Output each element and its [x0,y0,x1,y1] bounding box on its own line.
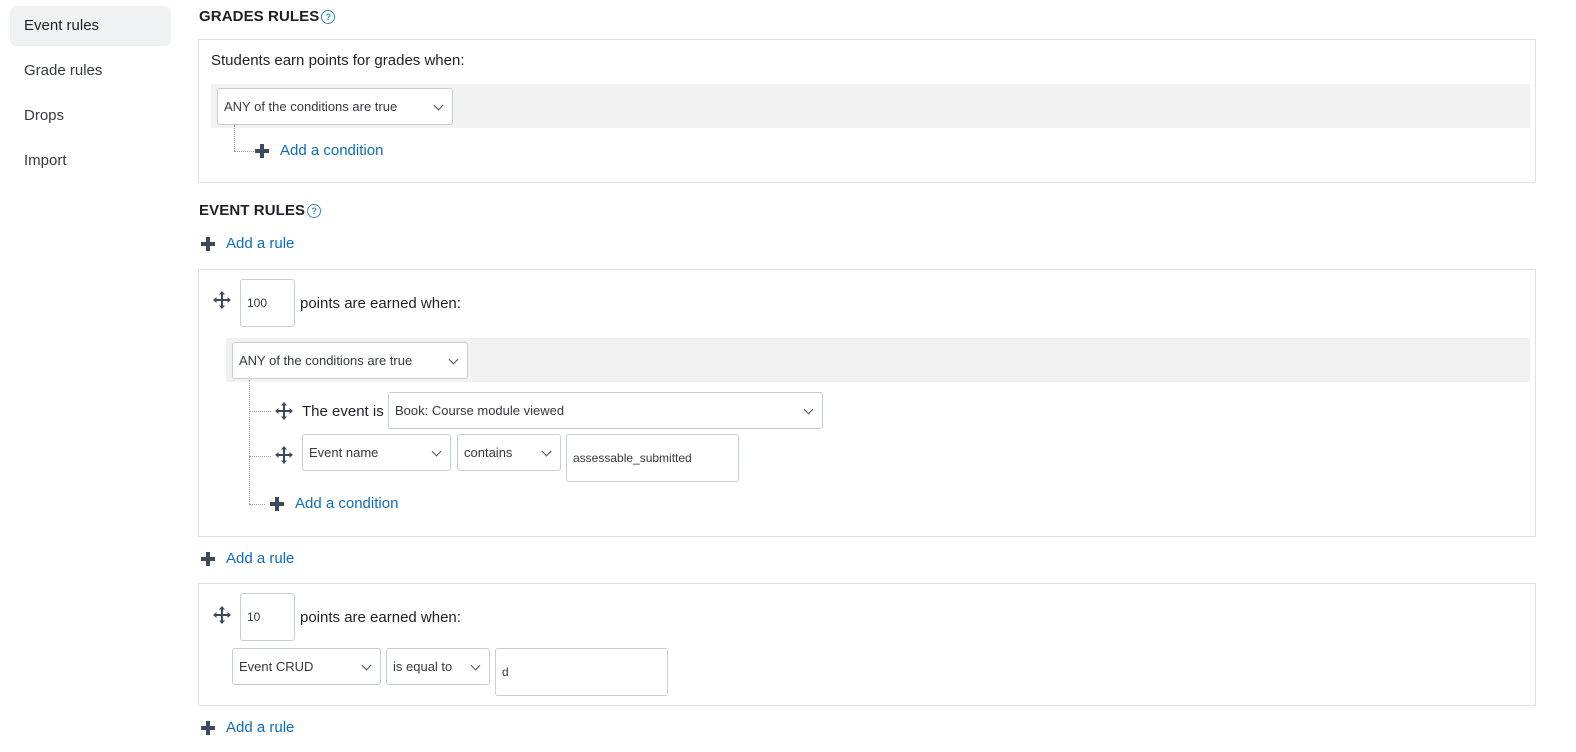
rule-condition-select[interactable]: ANY of the conditions are true [232,342,468,379]
move-icon[interactable] [275,402,293,420]
points-label: points are earned when: [300,295,461,312]
add-rule-link[interactable]: Add a rule [201,550,294,567]
sidebar-item-event-rules[interactable]: Event rules [10,6,171,46]
tree-connector [249,380,250,504]
property-select[interactable]: Event CRUD [232,648,381,685]
grades-condition-select[interactable]: ANY of the conditions are true [217,88,453,125]
chevron-down-icon [433,100,444,111]
grades-rules-title: GRADES RULES [199,8,320,25]
event-rules-heading: EVENT RULES ? [199,202,322,219]
plus-icon [255,143,269,158]
sidebar: Event rules Grade rules Drops Import [0,0,182,752]
move-icon[interactable] [275,446,293,464]
grades-intro-text: Students earn points for grades when: [211,52,465,69]
tree-connector [249,456,271,457]
help-icon[interactable]: ? [321,9,336,24]
help-icon[interactable]: ? [307,203,322,218]
tree-connector [234,151,254,152]
points-label: points are earned when: [300,609,461,626]
chevron-down-icon [448,354,459,365]
event-rule-box [198,583,1536,706]
move-icon[interactable] [213,606,231,624]
value-input[interactable]: d [495,648,668,696]
tree-connector [249,504,265,505]
chevron-down-icon [431,446,442,457]
points-input[interactable]: 100 [240,279,295,327]
points-input[interactable]: 10 [240,593,295,641]
event-rules-title: EVENT RULES [199,202,306,219]
plus-icon [201,551,215,566]
add-rule-link[interactable]: Add a rule [201,719,294,736]
chevron-down-icon [361,660,372,671]
property-select[interactable]: Event name [302,434,451,471]
operator-select[interactable]: is equal to [386,648,490,685]
tree-connector [234,125,235,151]
sidebar-item-import[interactable]: Import [10,141,171,181]
chevron-down-icon [803,404,814,415]
chevron-down-icon [541,446,552,457]
sidebar-item-grade-rules[interactable]: Grade rules [10,51,171,91]
grades-add-condition-link[interactable]: Add a condition [255,142,383,159]
chevron-down-icon [470,660,481,671]
tree-connector [249,411,271,412]
value-input[interactable]: assessable_submitted [566,434,739,482]
sidebar-item-drops[interactable]: Drops [10,96,171,136]
operator-select[interactable]: contains [457,434,561,471]
event-select[interactable]: Book: Course module viewed [388,392,823,429]
plus-icon [270,496,284,511]
grades-rules-heading: GRADES RULES ? [199,8,336,25]
rule-add-condition-link[interactable]: Add a condition [270,495,398,512]
plus-icon [201,236,215,251]
event-is-label: The event is [302,403,384,420]
plus-icon [201,720,215,735]
move-icon[interactable] [213,291,231,309]
add-rule-link[interactable]: Add a rule [201,235,294,252]
